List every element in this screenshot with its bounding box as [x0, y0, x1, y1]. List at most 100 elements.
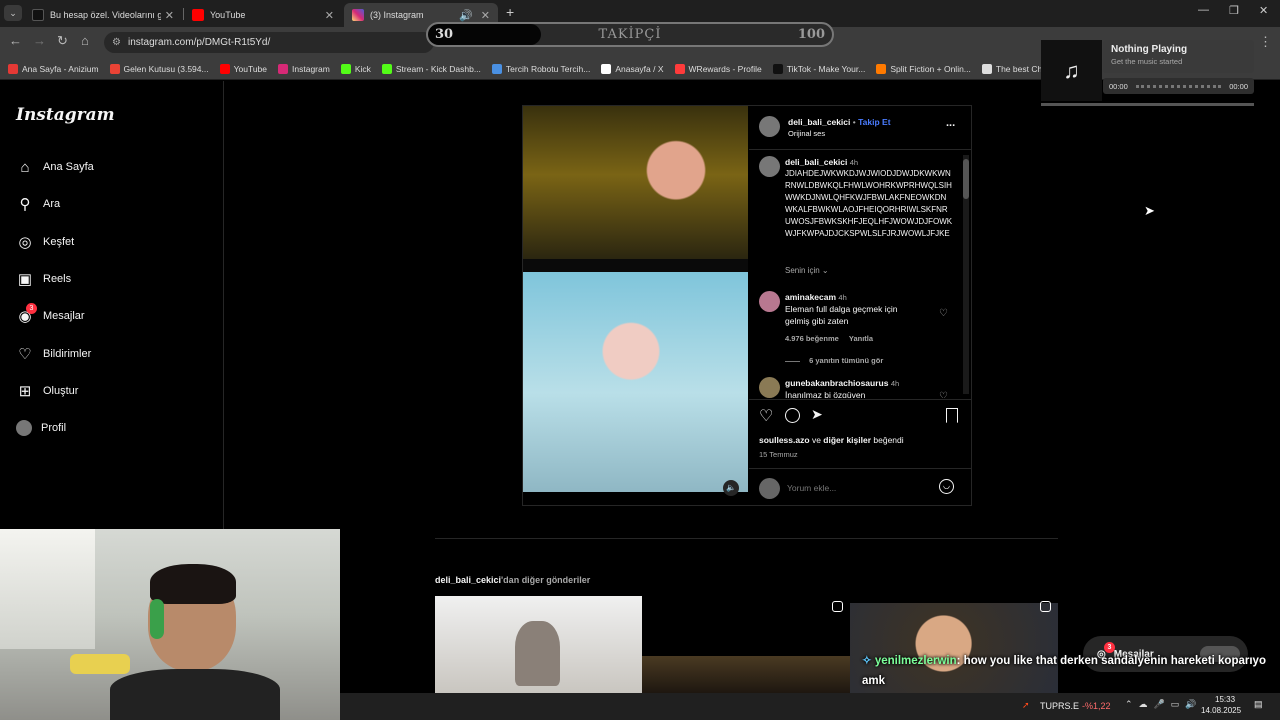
- follower-goal: 100: [797, 27, 825, 42]
- sidebar-item-avatar[interactable]: Profil: [16, 416, 66, 440]
- system-tray-icons[interactable]: ⌃☁🎤▭🔊: [1125, 699, 1202, 710]
- grid-post[interactable]: [642, 656, 850, 693]
- sidebar-item-heart[interactable]: ♡ Bildirimler: [16, 342, 91, 366]
- bookmark-item[interactable]: Split Fiction + Onlin...: [876, 63, 971, 74]
- bookmark-item[interactable]: Kick: [340, 63, 371, 74]
- bookmark-label: YouTube: [233, 63, 268, 74]
- post-media-bottom[interactable]: [523, 272, 748, 492]
- compass-icon: ◎: [18, 233, 32, 251]
- reply-link[interactable]: Yanıtla: [849, 334, 873, 343]
- bookmark-label: Tercih Robotu Tercih...: [505, 63, 591, 74]
- clock-time[interactable]: 15:33: [1215, 695, 1235, 704]
- more-posts-user[interactable]: deli_bali_cekici: [435, 575, 501, 585]
- comment-likes[interactable]: 4.976 beğenme: [785, 334, 839, 343]
- comment-icon[interactable]: [785, 408, 800, 423]
- avatar[interactable]: [759, 156, 780, 177]
- post-media-top[interactable]: [523, 106, 748, 259]
- clock-date[interactable]: 14.08.2025: [1201, 706, 1241, 715]
- sidebar-item-plus-square[interactable]: ⊞ Oluştur: [16, 379, 79, 403]
- bookmark-item[interactable]: YouTube: [219, 63, 268, 74]
- bookmark-icon: [278, 63, 289, 74]
- avatar[interactable]: [759, 291, 780, 312]
- bookmark-label: Instagram: [292, 63, 330, 74]
- comment-username[interactable]: aminakecam: [785, 292, 836, 302]
- bookmark-label: Ana Sayfa - Anizium: [22, 63, 99, 74]
- save-icon[interactable]: [946, 408, 958, 423]
- comment-like-icon[interactable]: ♡: [939, 308, 948, 319]
- avatar[interactable]: [759, 116, 780, 137]
- liked-by-user[interactable]: soulless.azo: [759, 435, 810, 445]
- music-time-start: 00:00: [1109, 81, 1128, 91]
- notifications-icon[interactable]: ▤: [1254, 699, 1263, 710]
- comment-input[interactable]: [787, 481, 927, 495]
- like-icon[interactable]: ♡: [759, 406, 773, 426]
- liked-by-others[interactable]: diğer kişiler: [823, 435, 871, 445]
- forward-button[interactable]: →: [33, 33, 46, 48]
- sidebar-item-search[interactable]: ⚲ Ara: [16, 192, 61, 216]
- emoji-icon[interactable]: ◡: [939, 479, 954, 494]
- liked-by-join: ve: [811, 435, 821, 445]
- close-window-button[interactable]: ✕: [1259, 4, 1268, 17]
- new-tab-button[interactable]: +: [506, 4, 514, 20]
- address-bar[interactable]: ⚙ instagram.com/p/DMGt-R1t5Yd/: [104, 32, 434, 53]
- bookmark-item[interactable]: Stream - Kick Dashb...: [381, 63, 481, 74]
- senin-icin-sort[interactable]: Senin için ⌄: [785, 266, 829, 275]
- heart-icon: ♡: [18, 345, 32, 363]
- close-tab-icon[interactable]: ✕: [481, 9, 490, 22]
- music-progress: 00:00 00:00: [1103, 78, 1254, 94]
- volume-icon[interactable]: 🔈: [723, 480, 739, 496]
- comment-like-icon[interactable]: ♡: [939, 391, 948, 398]
- avatar[interactable]: [759, 377, 780, 398]
- comment-username[interactable]: gunebakanbrachiosaurus: [785, 378, 888, 388]
- tab-tiktok[interactable]: Bu hesap özel. Videolarını görm ✕: [24, 3, 182, 27]
- bookmark-item[interactable]: Tercih Robotu Tercih...: [491, 63, 591, 74]
- sidebar-item-messenger[interactable]: ◉ 3 Mesajlar: [16, 303, 85, 328]
- caption-text: JDIAHDEJWKWKDJWJWIODJDWJDKWKWNRNWLDBWKQL…: [785, 169, 953, 238]
- sidebar-item-home[interactable]: ⌂ Ana Sayfa: [16, 155, 93, 179]
- bookmark-item[interactable]: WRewards - Profile: [674, 63, 762, 74]
- back-button[interactable]: ←: [9, 33, 22, 48]
- more-options-icon[interactable]: ...: [946, 117, 955, 129]
- post-username[interactable]: deli_bali_cekici: [788, 117, 850, 127]
- sidebar-item-compass[interactable]: ◎ Keşfet: [16, 230, 74, 254]
- view-replies[interactable]: 6 yanıtın tümünü gör: [785, 356, 883, 365]
- sidebar-item-label: Mesajlar: [43, 310, 85, 323]
- share-icon[interactable]: ➤: [811, 406, 823, 423]
- site-info-icon[interactable]: ⚙: [112, 32, 121, 53]
- bookmark-icon: [674, 63, 685, 74]
- close-tab-icon[interactable]: ✕: [325, 9, 334, 22]
- liked-by-suffix: beğendi: [873, 435, 904, 445]
- sidebar-item-reels[interactable]: ▣ Reels: [16, 267, 71, 291]
- sidebar-item-label: Reels: [43, 272, 72, 285]
- instagram-logo[interactable]: Instagram: [16, 105, 115, 125]
- caption-time: 4h: [849, 158, 859, 167]
- stock-ticker[interactable]: TUPRS.E: [1040, 701, 1079, 711]
- mouse-cursor: ➤: [1144, 203, 1155, 218]
- bookmark-item[interactable]: Gelen Kutusu (3.594...: [109, 63, 209, 74]
- browser-menu-button[interactable]: ⋮: [1259, 34, 1272, 50]
- follower-progress-bar: 30 TAKİPÇİ 100: [426, 22, 834, 47]
- home-button[interactable]: ⌂: [81, 33, 89, 48]
- comments-scrollbar[interactable]: [963, 155, 969, 394]
- taskbar: ➚ TUPRS.E -%1,22 ⌃☁🎤▭🔊 15:33 14.08.2025 …: [340, 693, 1280, 720]
- bookmark-item[interactable]: Ana Sayfa - Anizium: [8, 63, 99, 74]
- home-icon: ⌂: [20, 158, 30, 176]
- tab-list-button[interactable]: ⌄: [4, 5, 22, 21]
- close-tab-icon[interactable]: ✕: [165, 9, 174, 22]
- tab-youtube[interactable]: YouTube ✕: [184, 3, 342, 27]
- post-audio[interactable]: Orijinal ses: [788, 129, 891, 138]
- scrollbar-thumb[interactable]: [963, 159, 969, 199]
- restore-button[interactable]: ❐: [1229, 4, 1239, 17]
- speaker-icon[interactable]: 🔊: [459, 9, 473, 22]
- follow-button[interactable]: Takip Et: [858, 117, 890, 127]
- post-date: 15 Temmuz: [759, 450, 798, 459]
- bookmark-item[interactable]: Instagram: [278, 63, 330, 74]
- bookmark-item[interactable]: TikTok - Make Your...: [772, 63, 865, 74]
- minimize-button[interactable]: —: [1198, 4, 1209, 16]
- grid-post[interactable]: [435, 596, 642, 693]
- reload-button[interactable]: ↻: [57, 33, 68, 49]
- caption-username[interactable]: deli_bali_cekici: [785, 157, 847, 167]
- bookmark-item[interactable]: Anasayfa / X: [601, 63, 664, 74]
- music-info: Nothing Playing Get the music started: [1103, 40, 1254, 73]
- chat-badge-icon: ✧: [862, 655, 875, 667]
